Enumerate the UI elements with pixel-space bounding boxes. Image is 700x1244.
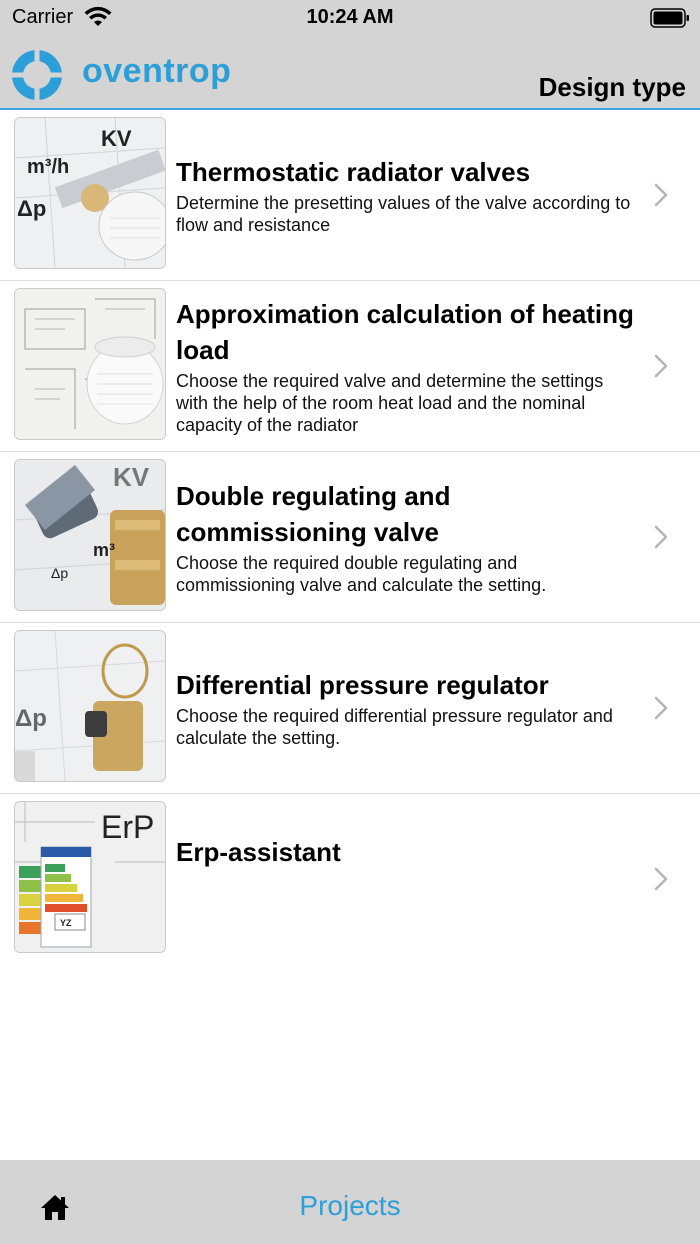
thumb-label: KV bbox=[113, 462, 150, 492]
list-item-text: Thermostatic radiator valves Determine t… bbox=[176, 110, 640, 280]
list-item-text: Approximation calculation of heating loa… bbox=[176, 281, 640, 451]
thumb-label: m³/h bbox=[27, 156, 69, 178]
page-title: Design type bbox=[538, 72, 686, 102]
list-item-thermostatic-radiator-valves[interactable]: KV m³/h Δp Thermostatic radiator valves … bbox=[0, 110, 700, 281]
oventrop-logo-icon bbox=[8, 46, 66, 104]
list-item-description: Determine the presetting values of the v… bbox=[176, 193, 631, 235]
brand-name: oventrop bbox=[82, 52, 232, 90]
clock: 10:24 AM bbox=[306, 6, 394, 28]
chevron-right-icon bbox=[654, 183, 668, 207]
erp-assistant-thumbnail: YZ ErP bbox=[14, 801, 166, 953]
thumb-label: Δp bbox=[51, 565, 68, 581]
thumb-label: m³ bbox=[93, 540, 115, 560]
thumb-label: YZ bbox=[60, 918, 72, 928]
list-item-approximation-heating-load[interactable]: Approximation calculation of heating loa… bbox=[0, 281, 700, 452]
list-item-title: Approximation calculation of heating loa… bbox=[176, 299, 634, 365]
thumb-label: ErP bbox=[101, 809, 154, 845]
bottom-toolbar: Projects bbox=[0, 1160, 700, 1244]
thumb-label: Δp bbox=[17, 196, 46, 221]
list-item-title: Double regulating and commissioning valv… bbox=[176, 481, 451, 547]
list-item-text: Erp-assistant bbox=[176, 834, 640, 964]
list-item-title: Differential pressure regulator bbox=[176, 670, 549, 700]
thermostatic-valve-thumbnail: KV m³/h Δp bbox=[14, 117, 166, 269]
thumb-label: Δp bbox=[15, 705, 47, 732]
battery-icon bbox=[650, 8, 689, 28]
thumb-label: KV bbox=[101, 126, 132, 151]
list-item-erp-assistant[interactable]: YZ ErP Erp-assistant bbox=[0, 794, 700, 964]
list-item-description: Choose the required differential pressur… bbox=[176, 706, 613, 748]
differential-pressure-regulator-thumbnail: Δp bbox=[14, 630, 166, 782]
list-item-description: Choose the required valve and determine … bbox=[176, 371, 604, 435]
list-item-text: Differential pressure regulator Choose t… bbox=[176, 623, 640, 793]
list-item-title: Erp-assistant bbox=[176, 837, 341, 867]
projects-button[interactable]: Projects bbox=[0, 1190, 700, 1222]
chevron-right-icon bbox=[654, 354, 668, 378]
double-regulating-valve-thumbnail: KV m³ Δp bbox=[14, 459, 166, 611]
list-item-text: Double regulating and commissioning valv… bbox=[176, 452, 640, 622]
list-item-differential-pressure-regulator[interactable]: Δp Differential pressure regulator Choos… bbox=[0, 623, 700, 794]
list-item-title: Thermostatic radiator valves bbox=[176, 157, 531, 187]
design-type-list: KV m³/h Δp Thermostatic radiator valves … bbox=[0, 110, 700, 964]
list-item-description: Choose the required double regulating an… bbox=[176, 553, 547, 595]
chevron-right-icon bbox=[654, 867, 668, 891]
chevron-right-icon bbox=[654, 525, 668, 549]
status-bar: Carrier 10:24 AM bbox=[0, 0, 700, 36]
navigation-header: Carrier 10:24 AM oventrop Design type bbox=[0, 0, 700, 110]
list-item-double-regulating-valve[interactable]: KV m³ Δp Double regulating and commissio… bbox=[0, 452, 700, 623]
chevron-right-icon bbox=[654, 696, 668, 720]
heating-load-thumbnail bbox=[14, 288, 166, 440]
